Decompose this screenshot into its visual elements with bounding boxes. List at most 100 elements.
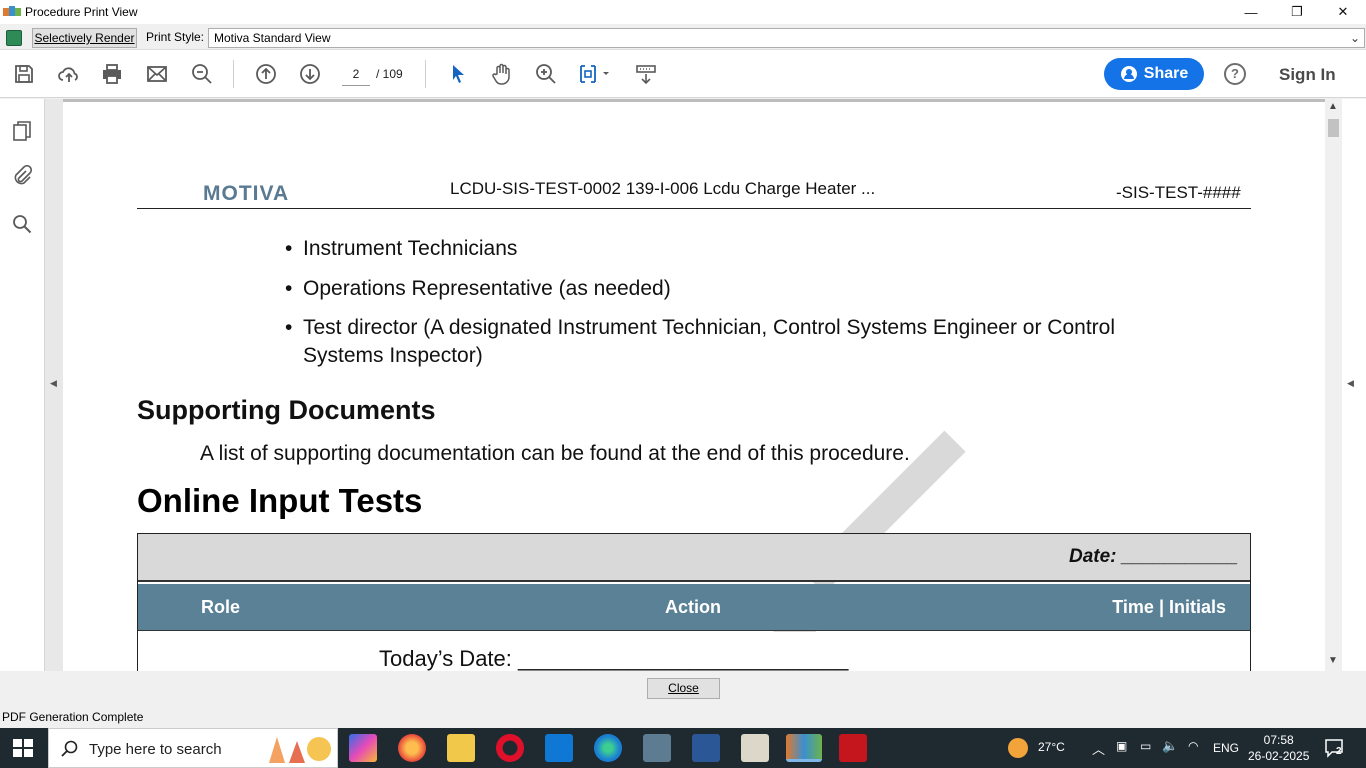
toolbar-divider bbox=[425, 60, 426, 88]
hand-tool-icon[interactable] bbox=[490, 62, 514, 86]
expand-right-panel-icon[interactable]: ◀ bbox=[1347, 378, 1354, 389]
right-panel-edge bbox=[1342, 99, 1366, 671]
tray-app-icon[interactable]: ▣ bbox=[1116, 739, 1127, 755]
volume-icon[interactable]: 🔈 bbox=[1162, 738, 1178, 754]
share-label: Share bbox=[1143, 65, 1189, 82]
acrobat-icon[interactable] bbox=[839, 734, 867, 762]
date-row: Date: ___________ bbox=[138, 534, 1250, 582]
cloud-upload-icon[interactable] bbox=[57, 62, 81, 86]
column-header-action: Action bbox=[665, 597, 721, 617]
notifications-icon[interactable]: 2 bbox=[1324, 738, 1346, 758]
print-icon[interactable] bbox=[100, 62, 124, 86]
attachments-icon[interactable] bbox=[11, 164, 33, 187]
search-highlight-icon bbox=[269, 737, 331, 763]
close-button[interactable]: Close bbox=[647, 678, 720, 699]
test-table: Date: ___________ Role Action Time | Ini… bbox=[137, 533, 1251, 671]
zoom-out-icon[interactable] bbox=[190, 62, 214, 86]
opera-icon[interactable] bbox=[496, 734, 524, 762]
scroll-up-icon[interactable]: ▲ bbox=[1328, 101, 1338, 112]
weather-icon[interactable] bbox=[1008, 738, 1028, 758]
list-item: • Instrument Technicians bbox=[285, 237, 518, 260]
page-fit-icon[interactable] bbox=[578, 62, 612, 86]
notification-count: 2 bbox=[1336, 746, 1342, 757]
chevron-down-icon: ⌄ bbox=[1349, 31, 1360, 45]
window-title: Procedure Print View bbox=[25, 5, 138, 19]
close-window-button[interactable]: ✕ bbox=[1320, 0, 1366, 24]
app-icon[interactable] bbox=[741, 734, 769, 762]
search-icon[interactable] bbox=[11, 213, 33, 235]
next-page-icon[interactable] bbox=[298, 62, 322, 86]
print-style-bar: Selectively Render Print Style: Motiva S… bbox=[0, 26, 1366, 50]
scroll-down-icon[interactable]: ▼ bbox=[1328, 655, 1338, 666]
page-thumbnails-icon[interactable] bbox=[11, 120, 33, 142]
maximize-button[interactable]: ❐ bbox=[1274, 0, 1320, 24]
taskbar-search-box[interactable]: Type here to search bbox=[48, 728, 338, 768]
windows-start-icon[interactable] bbox=[13, 739, 33, 757]
supporting-documents-heading: Supporting Documents bbox=[137, 395, 436, 425]
header-divider bbox=[137, 208, 1251, 209]
email-icon[interactable] bbox=[145, 62, 169, 86]
firefox-icon[interactable] bbox=[398, 734, 426, 762]
sign-in-link[interactable]: Sign In bbox=[1279, 65, 1336, 85]
mail-icon[interactable] bbox=[545, 734, 573, 762]
previous-page-icon[interactable] bbox=[254, 62, 278, 86]
vertical-scrollbar[interactable]: ▲ ▼ bbox=[1325, 99, 1342, 671]
refresh-icon[interactable] bbox=[6, 30, 22, 46]
clock-date: 26-02-2025 bbox=[1248, 749, 1310, 763]
status-bar: PDF Generation Complete bbox=[0, 707, 1366, 728]
show-hidden-icons-icon[interactable]: ︿ bbox=[1092, 739, 1105, 757]
word-icon[interactable] bbox=[692, 734, 720, 762]
company-logo: MOTIVA bbox=[203, 182, 290, 205]
table-header-row: Role Action Time | Initials bbox=[138, 584, 1250, 631]
title-bar: Procedure Print View — ❐ ✕ bbox=[0, 0, 1366, 24]
date-field: Date: ___________ bbox=[1068, 546, 1238, 567]
copilot-icon[interactable] bbox=[349, 734, 377, 762]
scroll-mode-icon[interactable] bbox=[634, 62, 658, 86]
list-item: • Test director (A designated Instrument … bbox=[285, 316, 1116, 339]
online-input-tests-heading: Online Input Tests bbox=[137, 482, 423, 519]
pdf-page: MOTIVA LCDU-SIS-TEST-0002 139-I-006 Lcdu… bbox=[63, 99, 1325, 671]
selectively-render-button[interactable]: Selectively Render bbox=[32, 28, 137, 48]
column-header-time-initials: Time | Initials bbox=[1112, 597, 1226, 617]
print-style-value: Motiva Standard View bbox=[214, 31, 331, 45]
todays-date-field: Today’s Date: __________________________… bbox=[379, 646, 849, 671]
toolbar-divider bbox=[233, 60, 234, 88]
dialog-button-bar: Close bbox=[0, 671, 1366, 707]
battery-icon[interactable]: ▭ bbox=[1140, 739, 1151, 755]
share-button[interactable]: Share bbox=[1104, 58, 1204, 90]
print-style-select[interactable]: Motiva Standard View ⌄ bbox=[208, 28, 1365, 48]
scroll-thumb[interactable] bbox=[1328, 119, 1339, 137]
page-number-input[interactable]: 2 bbox=[342, 64, 370, 86]
clock[interactable]: 07:58 26-02-2025 bbox=[1248, 732, 1309, 764]
column-header-role: Role bbox=[201, 597, 241, 617]
list-item: • Operations Representative (as needed) bbox=[285, 277, 671, 300]
clock-time: 07:58 bbox=[1263, 733, 1294, 747]
app-icon bbox=[3, 6, 21, 16]
select-cursor-icon[interactable] bbox=[446, 62, 470, 86]
user-share-icon bbox=[1120, 66, 1137, 82]
supporting-documents-text: A list of supporting documentation can b… bbox=[200, 442, 910, 465]
minimize-button[interactable]: — bbox=[1228, 0, 1274, 24]
list-item-continuation: Systems Inspector) bbox=[303, 344, 483, 367]
page-total: / 109 bbox=[376, 67, 403, 81]
edge-icon[interactable] bbox=[594, 734, 622, 762]
document-viewport[interactable]: MOTIVA LCDU-SIS-TEST-0002 139-I-006 Lcdu… bbox=[45, 99, 1325, 671]
app-icon[interactable] bbox=[643, 734, 671, 762]
procedure-app-icon[interactable] bbox=[786, 734, 822, 762]
table-row: Today’s Date: __________________________… bbox=[138, 632, 1250, 671]
file-explorer-icon[interactable] bbox=[447, 734, 475, 762]
windows-taskbar: Type here to search 27°C ︿ ▣ ▭ 🔈 ◠ ENG 0… bbox=[0, 728, 1366, 768]
collapse-left-panel-icon[interactable]: ◀ bbox=[50, 378, 57, 389]
zoom-in-icon[interactable] bbox=[534, 62, 558, 86]
page-header-doc-id: -SIS-TEST-#### bbox=[1116, 183, 1241, 202]
network-icon[interactable]: ◠ bbox=[1188, 739, 1198, 755]
page-header-title: LCDU-SIS-TEST-0002 139-I-006 Lcdu Charge… bbox=[450, 179, 876, 198]
weather-temperature[interactable]: 27°C bbox=[1038, 740, 1065, 756]
pdf-toolbar: 2 / 109 Share ? Sign In bbox=[0, 50, 1366, 98]
search-icon bbox=[61, 740, 78, 757]
left-navigation-rail bbox=[0, 99, 45, 671]
language-indicator[interactable]: ENG bbox=[1213, 741, 1239, 757]
help-icon[interactable]: ? bbox=[1224, 63, 1246, 85]
save-icon[interactable] bbox=[12, 62, 36, 86]
search-placeholder: Type here to search bbox=[89, 741, 222, 758]
